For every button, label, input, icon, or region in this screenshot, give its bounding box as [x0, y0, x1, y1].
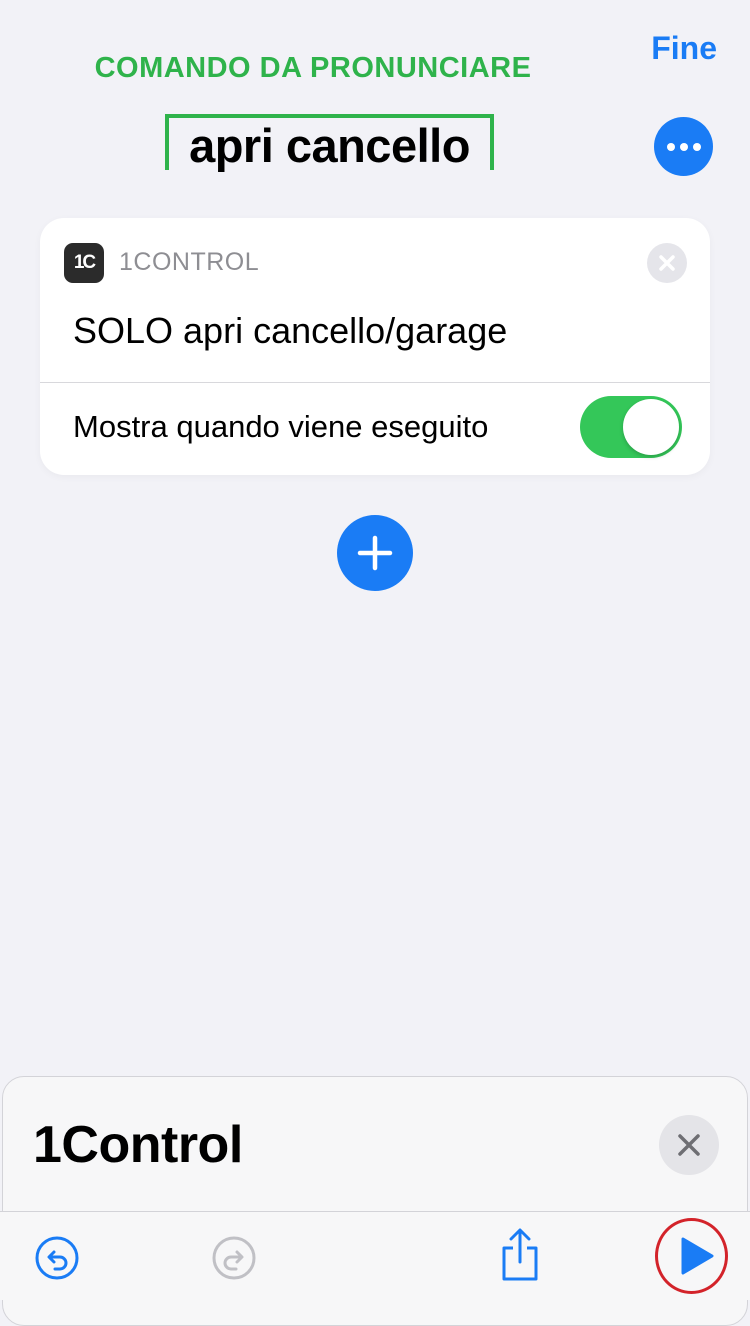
share-button[interactable] [499, 1228, 541, 1287]
sheet-title: 1Control [33, 1116, 243, 1174]
action-card: 1C 1CONTROL SOLO apri cancello/garage Mo… [40, 218, 710, 475]
undo-icon [35, 1236, 79, 1280]
done-button[interactable]: Fine [651, 30, 717, 67]
annotation-label: COMANDO DA PRONUNCIARE [94, 52, 532, 84]
plus-icon [357, 535, 393, 571]
app-icon: 1C [64, 243, 104, 283]
undo-button[interactable] [35, 1236, 79, 1285]
share-icon [502, 1228, 538, 1281]
redo-icon [212, 1236, 256, 1280]
bottom-toolbar [0, 1211, 750, 1300]
sheet-close-button[interactable] [659, 1115, 719, 1175]
show-when-run-toggle[interactable] [580, 396, 682, 458]
close-icon [659, 255, 675, 271]
more-options-button[interactable] [654, 117, 713, 176]
card-divider [40, 382, 710, 383]
add-action-button[interactable] [337, 515, 413, 591]
app-name: 1CONTROL [119, 248, 260, 276]
more-icon [666, 142, 675, 151]
close-icon [678, 1134, 700, 1156]
run-button[interactable] [679, 1236, 715, 1281]
shortcut-name[interactable]: apri cancello [189, 118, 470, 174]
play-icon [681, 1237, 714, 1275]
show-when-run-label: Mostra quando viene eseguito [73, 409, 489, 444]
redo-button[interactable] [212, 1236, 256, 1285]
toggle-knob [623, 399, 679, 455]
shortcut-name-highlight: apri cancello [165, 114, 494, 172]
action-title[interactable]: SOLO apri cancello/garage [73, 310, 507, 352]
remove-action-button[interactable] [647, 243, 687, 283]
